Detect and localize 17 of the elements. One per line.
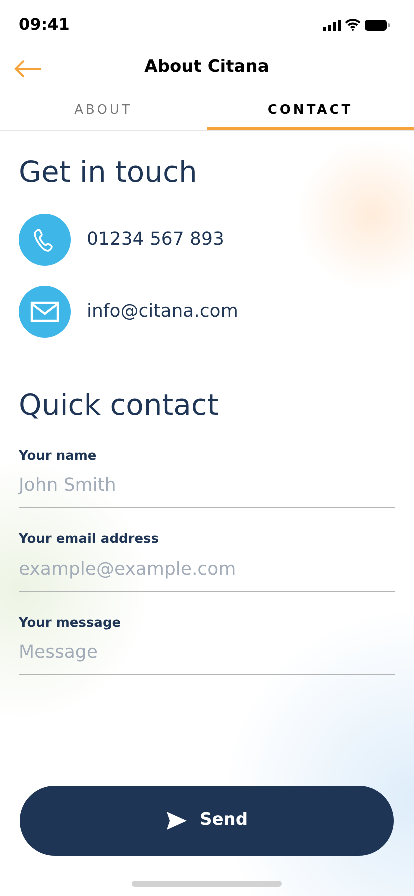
send-button[interactable]: Send xyxy=(20,786,394,856)
battery-icon xyxy=(365,20,390,30)
send-icon xyxy=(166,811,188,831)
status-time: 09:41 xyxy=(19,14,70,36)
field-label: Your email address xyxy=(19,531,160,550)
field-label: Your message xyxy=(19,614,122,633)
screen-title: About Citana xyxy=(144,56,270,80)
tab[interactable]: CONTACT xyxy=(207,100,414,130)
field-label: Your name xyxy=(19,448,98,466)
section-heading: Get in touch xyxy=(19,155,198,190)
back-arrow-icon[interactable] xyxy=(14,60,42,78)
contact-text[interactable]: info@citana.com xyxy=(87,298,238,326)
contact-text[interactable]: 01234 567 893 xyxy=(87,226,224,254)
signal-icon xyxy=(323,20,341,30)
wifi-icon xyxy=(345,19,361,31)
section-heading: Quick contact xyxy=(19,388,220,423)
tab[interactable]: ABOUT xyxy=(0,100,207,130)
